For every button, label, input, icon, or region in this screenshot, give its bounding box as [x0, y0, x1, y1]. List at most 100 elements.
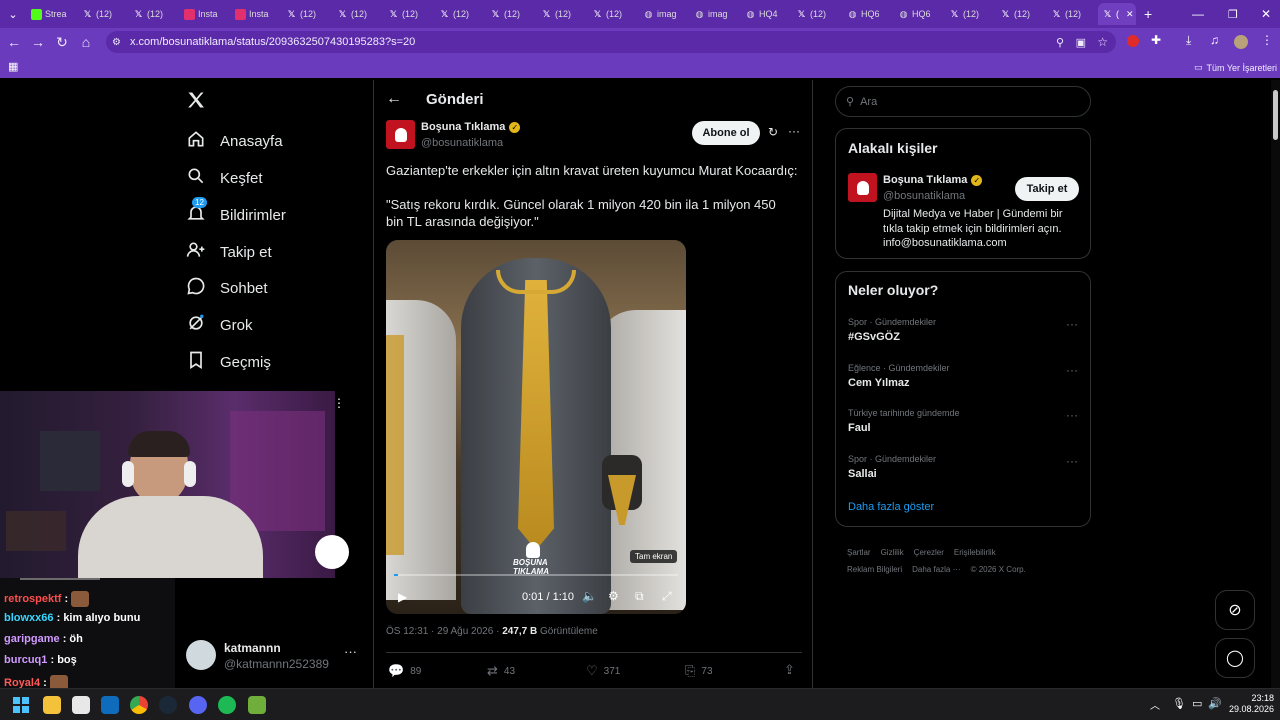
nav-item-grok[interactable]: Grok — [186, 310, 253, 340]
more-icon[interactable]: ··· — [1066, 317, 1078, 331]
speaker-icon[interactable]: 🔊 — [1208, 697, 1222, 710]
post-timestamp[interactable]: ÖS 12:31 · 29 Ağu 2026 · — [386, 626, 502, 637]
trend-item[interactable]: Spor · Gündemdekiler Sallai ··· — [848, 454, 1078, 480]
footer-link[interactable]: Erişilebilirlik — [954, 548, 996, 557]
picture-in-picture-icon[interactable]: ⧉ — [635, 589, 644, 604]
chat-username[interactable]: Royal4 — [4, 677, 40, 688]
tab[interactable]: 𝕏 (12) — [996, 3, 1046, 25]
account-switcher[interactable]: katmannn @katmannn252389 ··· — [186, 640, 361, 672]
cast-icon[interactable]: ▣ — [1076, 36, 1086, 49]
home-browser-icon[interactable]: ⌂ — [74, 30, 98, 54]
tab[interactable]: 𝕏 (12) — [588, 3, 638, 25]
tab[interactable]: ◍ HQ4 — [741, 3, 791, 25]
nav-item-bell[interactable]: 12 Bildirimler — [186, 197, 286, 230]
chat-username[interactable]: garipgame — [4, 633, 60, 645]
minimize-icon[interactable]: — — [1192, 7, 1204, 21]
follow-button[interactable]: Abone ol — [692, 121, 760, 145]
discord-icon[interactable] — [189, 696, 207, 714]
tab[interactable]: ◍ imag — [690, 3, 740, 25]
tab-active[interactable]: 𝕏 ( ✕ — [1098, 3, 1136, 25]
bookmark-action[interactable]: ⎘ 73 — [685, 663, 713, 679]
tab[interactable]: 𝕏 (12) — [78, 3, 128, 25]
footer-link[interactable]: Çerezler — [914, 548, 944, 557]
back-arrow-icon[interactable]: ← — [386, 90, 402, 108]
more-icon[interactable]: ··· — [1066, 408, 1078, 422]
more-icon[interactable]: ··· — [788, 124, 800, 138]
star-icon[interactable]: ☆ — [1097, 35, 1108, 49]
nav-item-search[interactable]: Keşfet — [186, 163, 263, 193]
chat-username[interactable]: blowxx66 — [4, 612, 54, 624]
tab[interactable]: 𝕏 (12) — [384, 3, 434, 25]
tab[interactable]: 𝕏 (12) — [792, 3, 842, 25]
tray-chevron-icon[interactable]: ︿ — [1150, 697, 1160, 712]
menu-icon[interactable]: ⋮ — [1261, 33, 1273, 47]
like-action[interactable]: ♡ 371 — [586, 663, 620, 679]
x-logo-icon[interactable] — [186, 90, 206, 115]
apps-grid-icon[interactable]: ▦ — [8, 60, 18, 73]
author-name[interactable]: Boşuna Tıklama — [421, 121, 505, 133]
scroll-to-top-button[interactable] — [315, 535, 349, 569]
steam-icon[interactable] — [159, 696, 177, 714]
extension-red-icon[interactable] — [1127, 35, 1139, 47]
share-icon[interactable]: ⇪ — [784, 662, 795, 678]
person-avatar[interactable] — [848, 173, 877, 202]
chat-username[interactable]: retrospektf — [4, 593, 61, 605]
more-icon[interactable]: ··· — [1066, 454, 1078, 468]
media-icon[interactable]: ♫ — [1210, 33, 1219, 47]
tab-search-chevron-icon[interactable]: ⌄ — [0, 8, 26, 21]
video-progress-track[interactable] — [394, 574, 678, 576]
tab[interactable]: 𝕏 (12) — [333, 3, 383, 25]
zoom-icon[interactable]: ⚲ — [1056, 36, 1064, 49]
tab[interactable]: 𝕏 (12) — [945, 3, 995, 25]
repost-action[interactable]: ⇄ 43 — [487, 663, 515, 679]
windows-start-icon[interactable] — [13, 697, 29, 713]
person-name[interactable]: Boşuna Tıklama — [883, 174, 967, 186]
author-avatar[interactable] — [386, 120, 415, 149]
file-explorer-icon[interactable] — [43, 696, 61, 714]
app-icon[interactable] — [248, 696, 266, 714]
messages-floating-button[interactable]: ◯ — [1215, 638, 1255, 678]
url-input[interactable]: ⚙ x.com/bosunatiklama/status/20936325074… — [106, 31, 1116, 53]
restore-icon[interactable]: ❐ — [1228, 8, 1238, 21]
fullscreen-icon[interactable]: ⤢ — [662, 589, 672, 604]
clock[interactable]: 23:18 29.08.2026 — [1226, 693, 1274, 715]
network-icon[interactable]: ▭ — [1192, 697, 1202, 710]
tab[interactable]: ◍ imag — [639, 3, 689, 25]
new-tab-button[interactable]: + — [1144, 6, 1152, 22]
tab[interactable]: ◍ HQ6 — [894, 3, 944, 25]
person-follow-button[interactable]: Takip et — [1015, 177, 1079, 201]
video-player[interactable]: BOŞUNA TIKLAMA Tam ekran ▶ 0:01 / 1:10 🔈… — [386, 240, 686, 614]
tab[interactable]: 𝕏 (12) — [537, 3, 587, 25]
close-tab-icon[interactable]: ✕ — [1126, 9, 1134, 20]
nav-item-bookmark[interactable]: Geçmiş — [186, 347, 271, 377]
trend-item[interactable]: Türkiye tarihinde gündemde Faul ··· — [848, 408, 1078, 434]
author-handle[interactable]: @bosunatiklama — [421, 137, 503, 149]
footer-link[interactable]: Daha fazla ··· — [912, 565, 960, 574]
nav-item-add-user[interactable]: Takip et — [186, 237, 272, 267]
more-icon[interactable]: ··· — [344, 644, 357, 659]
scrollbar-thumb[interactable] — [1273, 90, 1278, 140]
nav-item-home[interactable]: Anasayfa — [186, 126, 283, 156]
profile-avatar[interactable] — [1234, 35, 1248, 49]
chrome-icon[interactable] — [130, 696, 148, 714]
tab[interactable]: 𝕏 (12) — [282, 3, 332, 25]
nav-item-chat[interactable]: Sohbet — [186, 273, 268, 303]
more-icon[interactable]: ··· — [1066, 363, 1078, 377]
tab[interactable]: 𝕏 (12) — [129, 3, 179, 25]
tab[interactable]: Insta — [180, 3, 230, 25]
microphone-icon[interactable]: 🎙 — [1172, 697, 1186, 710]
download-icon[interactable]: ⤓ — [1186, 33, 1191, 48]
reply-action[interactable]: 💬 89 — [388, 663, 421, 679]
close-window-icon[interactable]: ✕ — [1261, 7, 1271, 21]
tab[interactable]: ◍ HQ6 — [843, 3, 893, 25]
play-icon[interactable]: ▶ — [398, 590, 407, 604]
calculator-icon[interactable] — [72, 696, 90, 714]
tab[interactable]: 𝕏 (12) — [1047, 3, 1097, 25]
outlook-icon[interactable] — [101, 696, 119, 714]
back-icon[interactable]: ← — [2, 30, 26, 54]
spotify-icon[interactable] — [218, 696, 236, 714]
tab[interactable]: Insta — [231, 3, 281, 25]
grok-floating-button[interactable]: ⊘ — [1215, 590, 1255, 630]
forward-icon[interactable]: → — [26, 30, 50, 54]
tab[interactable]: 𝕏 (12) — [435, 3, 485, 25]
